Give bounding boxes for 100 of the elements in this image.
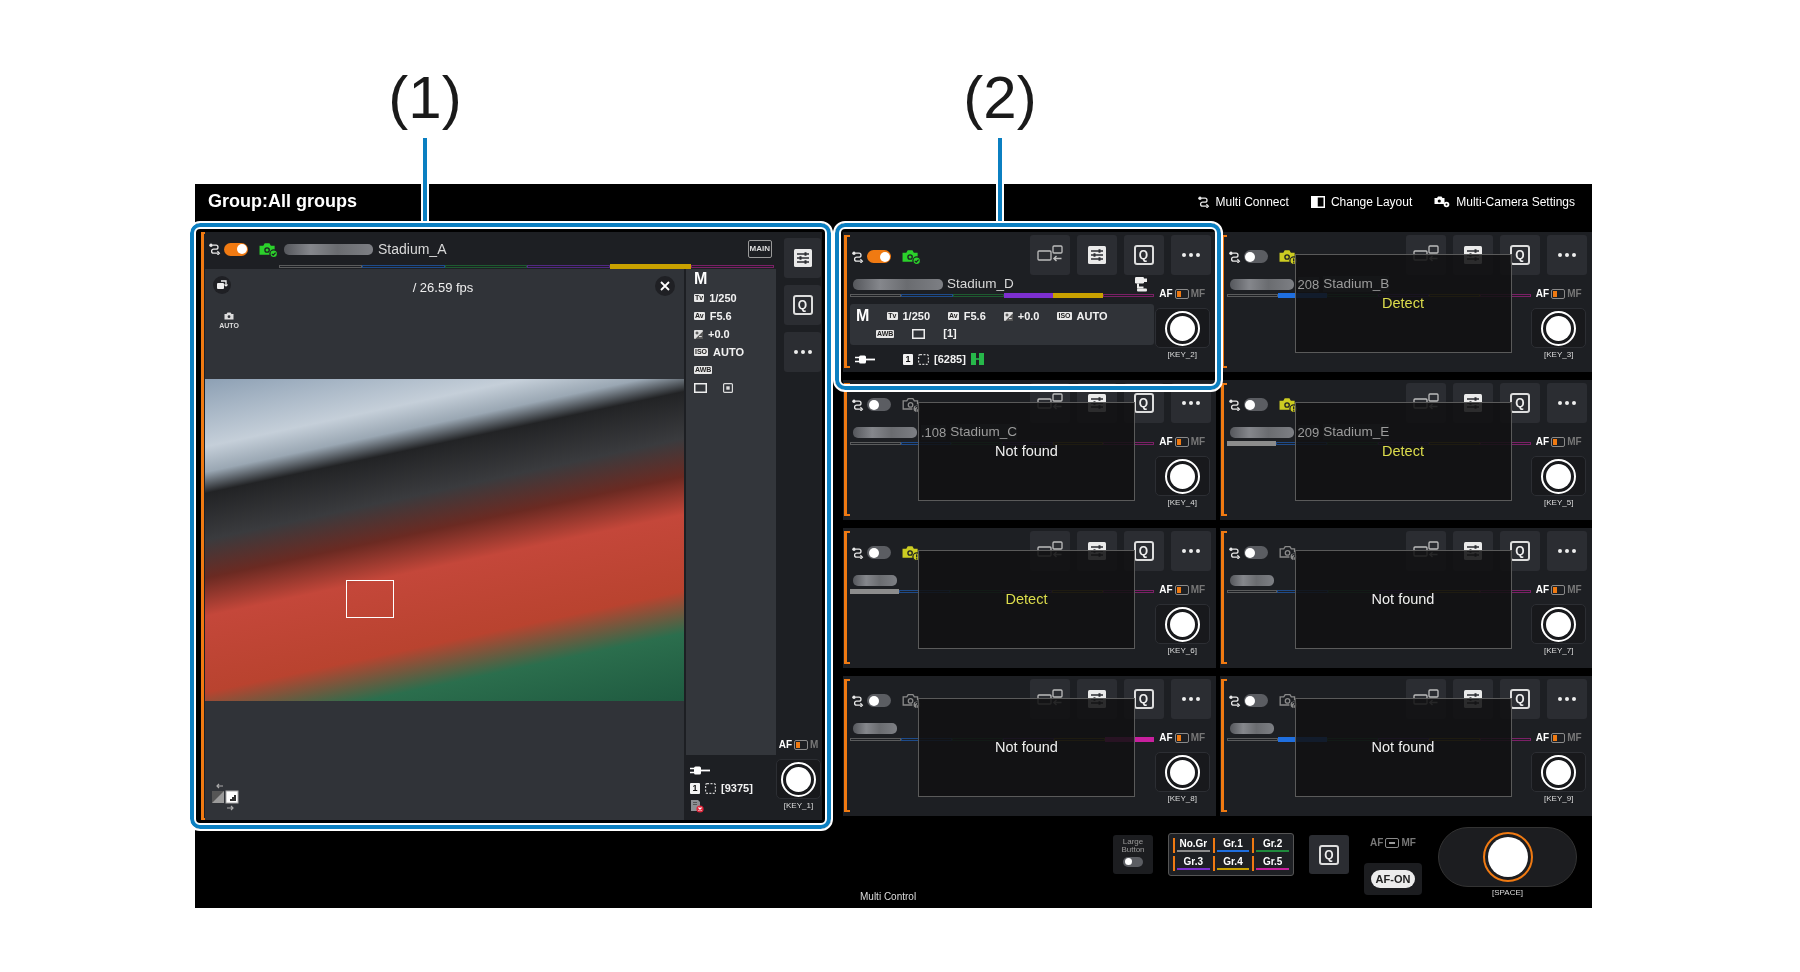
settings-icon: [792, 248, 813, 268]
route-icon: [852, 398, 864, 411]
more-button[interactable]: [1170, 679, 1211, 719]
key-label: [KEY_8]: [1167, 795, 1197, 803]
close-icon: [660, 281, 670, 291]
more-button[interactable]: [1547, 235, 1587, 275]
connection-toggle[interactable]: [1243, 398, 1268, 411]
connection-toggle[interactable]: [867, 398, 891, 411]
camera-name: Stadium_C: [950, 424, 1018, 440]
shot-count: [6285]: [934, 352, 966, 366]
parameter-value: 1/250: [709, 291, 737, 305]
status-message: Detect: [1382, 442, 1424, 461]
quick-menu-button[interactable]: Q: [1309, 835, 1349, 874]
focus-mode-switch[interactable]: [1551, 585, 1566, 595]
shutter-button[interactable]: [1154, 604, 1210, 644]
large-button-toggle[interactable]: [1123, 856, 1143, 867]
shutter-circle-icon: [781, 761, 816, 797]
more-icon: [1181, 253, 1200, 257]
shutter-button[interactable]: [1154, 752, 1210, 792]
key-label: [KEY_9]: [1544, 795, 1574, 803]
multi-connect-button[interactable]: Multi Connect: [1197, 194, 1289, 210]
af-on-button[interactable]: AF-ON: [1370, 869, 1416, 889]
focus-mode-switch[interactable]: [1385, 838, 1400, 848]
af-label: AF: [1535, 289, 1550, 299]
key-label: [KEY_5]: [1544, 499, 1574, 507]
group-button[interactable]: Gr.2: [1252, 838, 1289, 853]
exposure-icon: [694, 329, 703, 339]
connection-toggle[interactable]: [1243, 694, 1268, 707]
route-icon: [209, 243, 221, 255]
focus-mode-switch[interactable]: [1551, 437, 1566, 447]
af-label: AF: [778, 740, 792, 750]
af-label: AF: [1535, 585, 1550, 595]
camera-name: Stadium_D: [947, 277, 1014, 291]
settings-button[interactable]: [1076, 235, 1117, 275]
shutter-button[interactable]: [776, 759, 821, 799]
shutter-circle-icon: [1164, 310, 1200, 346]
more-button[interactable]: [1547, 679, 1587, 719]
key-label: [KEY_1]: [783, 802, 814, 810]
focus-mode-switch[interactable]: [1551, 289, 1566, 299]
group-button[interactable]: Gr.1: [1212, 838, 1250, 853]
key-label: [KEY_3]: [1544, 351, 1574, 359]
more-button[interactable]: [1547, 383, 1587, 423]
more-button[interactable]: [784, 332, 821, 372]
group-button[interactable]: Gr.4: [1212, 856, 1250, 871]
redacted-address: [1229, 426, 1294, 438]
shutter-button[interactable]: [1531, 308, 1587, 348]
focus-mode-switch[interactable]: [1174, 733, 1189, 743]
route-icon: [852, 250, 864, 263]
shutter-button[interactable]: [1531, 752, 1587, 792]
mf-label: MF: [1567, 733, 1582, 743]
connection-toggle[interactable]: [867, 250, 891, 263]
camera-gear-icon: [1434, 195, 1451, 209]
quick-menu-button[interactable]: Q: [784, 285, 821, 325]
group-button[interactable]: Gr.5: [1252, 856, 1289, 871]
redacted-address: [853, 426, 917, 438]
shutter-button[interactable]: [1154, 456, 1210, 496]
group-button[interactable]: Gr.3: [1173, 856, 1210, 871]
focus-mode-switch[interactable]: [1174, 437, 1189, 447]
connection-toggle[interactable]: [1243, 546, 1268, 559]
focus-frame: [346, 580, 394, 618]
change-layout-button[interactable]: Change Layout: [1310, 194, 1413, 210]
frame-icon: [912, 328, 926, 339]
focus-mode-switch[interactable]: [1174, 585, 1189, 595]
connection-toggle[interactable]: [1243, 250, 1268, 263]
focus-mode-switch[interactable]: [1551, 733, 1566, 743]
group-button[interactable]: No.Gr: [1173, 838, 1210, 853]
redacted-address: [1229, 574, 1274, 586]
more-button[interactable]: [1170, 235, 1211, 275]
af-label: AF: [1159, 585, 1173, 595]
shutter-button[interactable]: [1154, 308, 1210, 348]
connection-toggle[interactable]: [867, 694, 891, 707]
multi-camera-settings-button[interactable]: Multi-Camera Settings: [1434, 194, 1575, 210]
focus-mode-switch[interactable]: [1174, 289, 1189, 299]
parameter-value: AUTO: [713, 345, 745, 359]
shutter-button[interactable]: [1531, 456, 1587, 496]
mf-label: MF: [1190, 733, 1206, 743]
settings-button[interactable]: [784, 238, 821, 278]
more-button[interactable]: [1170, 531, 1211, 571]
panel-caption: Multi Control: [860, 891, 917, 903]
more-button[interactable]: [1547, 531, 1587, 571]
large-button-label: Large Button: [1120, 838, 1146, 855]
af-label: AF: [1159, 733, 1173, 743]
focus-mode-switch[interactable]: [794, 740, 808, 750]
main-sub-button[interactable]: [1029, 235, 1070, 275]
status-message: Detect: [1382, 294, 1424, 313]
shutter-circle-icon: [1164, 458, 1200, 494]
connection-toggle[interactable]: [224, 242, 248, 256]
af-label: AF: [1535, 437, 1550, 447]
shutter-button[interactable]: [1531, 604, 1587, 644]
plug-icon: [690, 765, 710, 775]
shutter-circle-icon: [1164, 754, 1200, 790]
redacted-address: [853, 574, 897, 586]
more-icon: [1558, 253, 1576, 257]
mf-label: M: [810, 740, 819, 750]
mf-label: MF: [1567, 289, 1582, 299]
shutter-circle-icon: [1541, 754, 1577, 790]
connection-toggle[interactable]: [867, 546, 891, 559]
close-button[interactable]: [655, 276, 675, 296]
camera-name: Stadium_B: [1323, 276, 1390, 292]
quick-menu-button[interactable]: Q: [1123, 235, 1164, 275]
